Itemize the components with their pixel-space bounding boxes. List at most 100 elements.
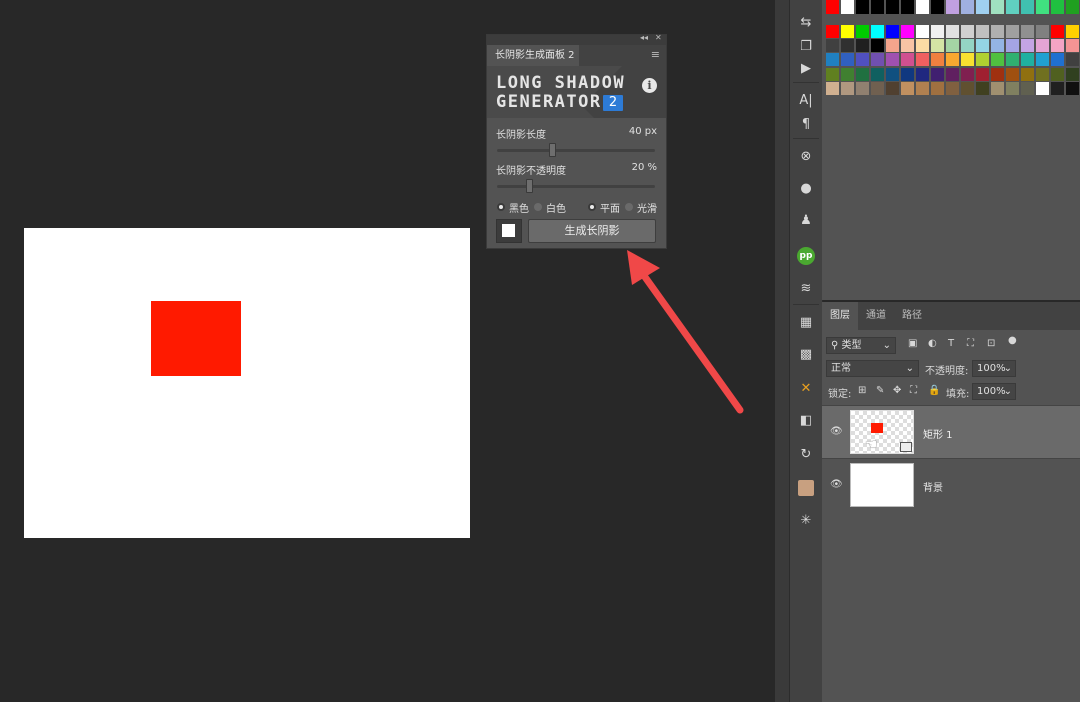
color-swatch[interactable] bbox=[916, 82, 929, 95]
color-swatch[interactable] bbox=[886, 25, 899, 38]
color-swatch[interactable] bbox=[991, 53, 1004, 66]
color-swatch[interactable] bbox=[826, 68, 839, 81]
color-swatch[interactable] bbox=[841, 82, 854, 95]
color-swatch[interactable] bbox=[931, 53, 944, 66]
radio-white[interactable] bbox=[534, 203, 542, 211]
color-swatch[interactable] bbox=[916, 0, 929, 14]
layer-row-rectangle[interactable]: 👁 ☚ 矩形 1 bbox=[822, 405, 1080, 459]
color-swatch[interactable] bbox=[886, 68, 899, 81]
tab-layers[interactable]: 图层 bbox=[822, 302, 858, 330]
comment-icon[interactable]: ● bbox=[794, 176, 818, 200]
color-swatch[interactable] bbox=[871, 39, 884, 52]
radio-smooth[interactable] bbox=[625, 203, 633, 211]
color-swatch[interactable] bbox=[946, 25, 959, 38]
type-filter-icon[interactable]: T bbox=[948, 338, 954, 349]
color-swatch[interactable] bbox=[1006, 0, 1019, 14]
navigator-icon[interactable]: ⊗ bbox=[794, 144, 818, 168]
eye-icon[interactable]: 👁 bbox=[830, 426, 843, 437]
color-swatch[interactable] bbox=[841, 0, 854, 14]
color-swatch[interactable] bbox=[961, 53, 974, 66]
color-swatch[interactable] bbox=[856, 82, 869, 95]
color-swatch[interactable] bbox=[976, 25, 989, 38]
color-swatch[interactable] bbox=[886, 53, 899, 66]
color-swatch[interactable] bbox=[961, 39, 974, 52]
color-swatch[interactable] bbox=[976, 68, 989, 81]
color-swatch[interactable] bbox=[1051, 25, 1064, 38]
libraries-icon[interactable]: ▦ bbox=[794, 310, 818, 334]
color-swatch[interactable] bbox=[856, 0, 869, 14]
adjustment-filter-icon[interactable]: ◐ bbox=[928, 338, 937, 349]
fill-input[interactable]: 100% ⌄ bbox=[972, 383, 1016, 400]
color-swatch[interactable] bbox=[826, 25, 839, 38]
color-swatch[interactable] bbox=[1066, 68, 1079, 81]
opacity-slider-thumb[interactable] bbox=[525, 179, 533, 193]
color-swatch[interactable] bbox=[856, 68, 869, 81]
color-swatch[interactable] bbox=[871, 82, 884, 95]
color-swatch[interactable] bbox=[991, 68, 1004, 81]
color-swatch[interactable] bbox=[1006, 68, 1019, 81]
color-swatch[interactable] bbox=[1036, 53, 1049, 66]
color-swatch[interactable] bbox=[1006, 39, 1019, 52]
lock-paint-icon[interactable]: ✎ bbox=[876, 385, 884, 396]
color-swatch[interactable] bbox=[991, 25, 1004, 38]
smart-object-filter-icon[interactable]: ⊡ bbox=[987, 338, 995, 349]
lock-transparent-icon[interactable]: ⊞ bbox=[858, 385, 866, 396]
3d-icon[interactable]: ◧ bbox=[794, 408, 818, 432]
color-swatch[interactable] bbox=[1036, 0, 1049, 14]
color-swatch[interactable] bbox=[976, 82, 989, 95]
portrait-icon[interactable] bbox=[794, 476, 818, 500]
collapse-icon[interactable]: ◂◂ bbox=[640, 33, 648, 42]
color-swatch[interactable] bbox=[961, 82, 974, 95]
color-swatch[interactable] bbox=[916, 39, 929, 52]
color-swatch[interactable] bbox=[976, 53, 989, 66]
color-swatch[interactable] bbox=[1006, 82, 1019, 95]
color-swatch[interactable] bbox=[841, 25, 854, 38]
sparkle-icon[interactable]: ✳ bbox=[794, 508, 818, 532]
color-swatch[interactable] bbox=[1036, 39, 1049, 52]
pp-plugin-icon[interactable]: pp bbox=[794, 244, 818, 268]
pattern-icon[interactable]: ▩ bbox=[794, 342, 818, 366]
panel-menu-icon[interactable]: ≡ bbox=[651, 48, 660, 61]
color-swatch[interactable] bbox=[946, 68, 959, 81]
color-swatch[interactable] bbox=[961, 0, 974, 14]
color-swatch[interactable] bbox=[991, 0, 1004, 14]
color-swatch[interactable] bbox=[826, 53, 839, 66]
color-swatch[interactable] bbox=[931, 82, 944, 95]
color-swatch[interactable] bbox=[961, 25, 974, 38]
lock-move-icon[interactable]: ✥ bbox=[893, 385, 901, 396]
color-swatch[interactable] bbox=[916, 68, 929, 81]
brush-preset-icon[interactable]: ≋ bbox=[794, 276, 818, 300]
tools-cross-icon[interactable]: ✕ bbox=[794, 376, 818, 400]
radio-black[interactable] bbox=[497, 203, 505, 211]
color-swatch[interactable] bbox=[841, 68, 854, 81]
color-swatch[interactable] bbox=[946, 39, 959, 52]
paragraph-icon[interactable]: ¶ bbox=[794, 112, 818, 136]
color-swatch[interactable] bbox=[901, 53, 914, 66]
opacity-slider-track[interactable] bbox=[497, 185, 655, 188]
color-swatch[interactable] bbox=[1021, 68, 1034, 81]
color-swatch[interactable] bbox=[931, 25, 944, 38]
document-canvas[interactable] bbox=[24, 228, 470, 538]
length-slider-thumb[interactable] bbox=[549, 143, 557, 157]
color-swatch[interactable] bbox=[1006, 25, 1019, 38]
lock-all-icon[interactable]: 🔒 bbox=[928, 385, 940, 396]
color-swatch[interactable] bbox=[886, 82, 899, 95]
color-swatch[interactable] bbox=[901, 39, 914, 52]
color-swatch[interactable] bbox=[1051, 39, 1064, 52]
layer-row-background[interactable]: 👁 背景 bbox=[822, 459, 1080, 511]
color-swatch[interactable] bbox=[841, 39, 854, 52]
color-swatch[interactable] bbox=[856, 53, 869, 66]
color-swatch[interactable] bbox=[1051, 68, 1064, 81]
color-swatch[interactable] bbox=[901, 68, 914, 81]
color-swatch[interactable] bbox=[871, 68, 884, 81]
color-swatch[interactable] bbox=[1066, 82, 1079, 95]
color-swatch[interactable] bbox=[946, 0, 959, 14]
color-swatch[interactable] bbox=[1066, 53, 1079, 66]
color-swatch[interactable] bbox=[976, 0, 989, 14]
tab-channels[interactable]: 通道 bbox=[858, 302, 894, 330]
shape-filter-icon[interactable]: ⛶ bbox=[967, 338, 974, 349]
color-swatch[interactable] bbox=[1036, 25, 1049, 38]
color-swatch[interactable] bbox=[1021, 39, 1034, 52]
panel-tab-title[interactable]: 长阴影生成面板 2 bbox=[487, 45, 579, 66]
copy-icon[interactable]: ❐ bbox=[794, 34, 818, 58]
